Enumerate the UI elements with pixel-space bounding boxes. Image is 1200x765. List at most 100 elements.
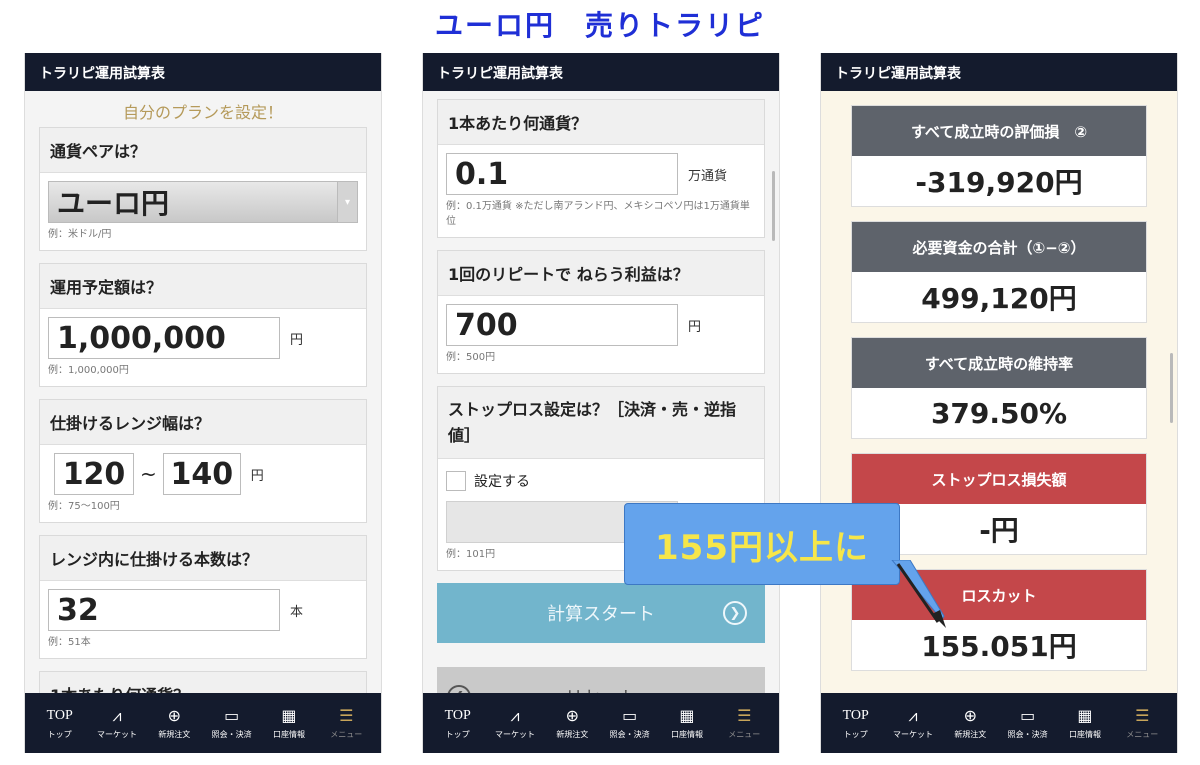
nav-account[interactable]: ▦ 口座情報 <box>1056 693 1113 753</box>
per-lot-hint: 例：0.1万通貨 ※ただし南アランド円、メキシコペソ円は1万通貨単位 <box>446 201 750 227</box>
range-high-input[interactable]: 140 <box>162 453 241 495</box>
nav-market[interactable]: ⩘ マーケット <box>884 693 941 753</box>
app-header: トラリピ運用試算表 <box>423 53 779 91</box>
card-icon: ▭ <box>224 706 240 725</box>
result-card: すべて成立時の評価損 ② -319,920円 <box>851 105 1147 207</box>
nav-account[interactable]: ▦ 口座情報 <box>658 693 715 753</box>
budget-hint: 例：1,000,000円 <box>48 365 129 376</box>
app-header: トラリピ運用試算表 <box>821 53 1177 91</box>
nav-inquiry[interactable]: ▭ 照会・決済 <box>203 693 260 753</box>
calculate-button-label: 計算スタート <box>547 604 655 626</box>
chevron-right-circle-icon: ❯ <box>723 601 747 626</box>
grid-icon: ▦ <box>1077 706 1093 725</box>
plus-circle-icon: ⊕ <box>565 706 580 725</box>
nav-market[interactable]: ⩘ マーケット <box>486 693 543 753</box>
nav-menu[interactable]: ☰ メニュー <box>318 693 375 753</box>
top-icon: TOP <box>444 708 471 723</box>
phone-screen-results: トラリピ運用試算表 すべて成立時の評価損 ② -319,920円必要資金の合計（①… <box>820 53 1178 753</box>
nav-account[interactable]: ▦ 口座情報 <box>260 693 317 753</box>
count-hint: 例：51本 <box>48 637 91 648</box>
callout-pointer <box>891 560 946 628</box>
budget-input[interactable]: 1,000,000 <box>48 317 280 359</box>
profit-input[interactable]: 700 <box>446 304 678 346</box>
result-value: -319,920円 <box>915 166 1083 199</box>
nav-new-order[interactable]: ⊕ 新規注文 <box>146 693 203 753</box>
budget-unit: 円 <box>290 332 304 348</box>
menu-icon: ☰ <box>339 706 354 725</box>
nav-inquiry[interactable]: ▭ 照会・決済 <box>999 693 1056 753</box>
profit-hint: 例：500円 <box>446 352 496 363</box>
count-label: レンジ内に仕掛ける本数は？ <box>40 536 366 581</box>
scrollbar[interactable] <box>1170 353 1173 423</box>
calculate-button[interactable]: 計算スタート ❯ <box>437 583 765 644</box>
result-card: 必要資金の合計（①−②） 499,120円 <box>851 221 1147 323</box>
plus-circle-icon: ⊕ <box>167 706 182 725</box>
count-card: レンジ内に仕掛ける本数は？ 32 本 例：51本 <box>39 535 367 659</box>
plan-banner: 自分のプランを設定！ <box>122 103 283 122</box>
range-separator: ~ <box>140 462 157 486</box>
scrollbar[interactable] <box>772 171 775 241</box>
callout-bubble: 155円以上に <box>624 503 900 585</box>
count-unit: 本 <box>290 604 304 620</box>
per-lot-card-peek: 1本あたり何通貨？ <box>39 671 367 693</box>
currency-pair-select[interactable]: ユーロ円 ▾ <box>48 181 358 223</box>
count-input[interactable]: 32 <box>48 589 280 631</box>
chevron-left-circle-icon: ❮ <box>447 685 471 693</box>
currency-pair-label: 通貨ペアは？ <box>40 128 366 173</box>
range-card: 仕掛けるレンジ幅は？ 120 ~ 140 円 例：75〜100円 <box>39 399 367 523</box>
card-icon: ▭ <box>1020 706 1036 725</box>
result-label: ストップロス損失額 <box>852 454 1146 504</box>
nav-market[interactable]: ⩘ マーケット <box>88 693 145 753</box>
stoploss-checkbox[interactable] <box>446 471 466 492</box>
card-icon: ▭ <box>622 706 638 725</box>
reset-button-label: リセット <box>565 684 637 693</box>
range-label: 仕掛けるレンジ幅は？ <box>40 400 366 445</box>
menu-icon: ☰ <box>1135 706 1150 725</box>
currency-pair-card: 通貨ペアは？ ユーロ円 ▾ 例：米ドル/円 <box>39 127 367 251</box>
range-hint: 例：75〜100円 <box>48 501 120 512</box>
result-label: すべて成立時の評価損 ② <box>852 106 1146 156</box>
stoploss-label: ストップロス設定は？［決済・売・逆指値］ <box>438 387 764 460</box>
nav-menu[interactable]: ☰ メニュー <box>1114 693 1171 753</box>
per-lot-label-peek: 1本あたり何通貨？ <box>40 672 366 693</box>
bottom-nav: TOP トップ ⩘ マーケット ⊕ 新規注文 ▭ 照会・決済 ▦ 口座情報 ☰ メニュー <box>423 693 779 753</box>
nav-inquiry[interactable]: ▭ 照会・決済 <box>601 693 658 753</box>
phone-screen-inputs: トラリピ運用試算表 1本あたり何通貨？ 0.1 万通貨 例：0.1万通貨 ※ただ… <box>422 53 780 753</box>
nav-top[interactable]: TOP トップ <box>31 693 88 753</box>
stoploss-checkbox-label: 設定する <box>474 474 530 491</box>
page-title: ユーロ円 売りトラリピ <box>434 9 765 42</box>
per-lot-input[interactable]: 0.1 <box>446 153 678 195</box>
currency-pair-value: ユーロ円 <box>57 187 170 220</box>
nav-top[interactable]: TOP トップ <box>827 693 884 753</box>
chevron-down-icon: ▾ <box>337 182 357 222</box>
currency-pair-hint: 例：米ドル/円 <box>48 229 112 240</box>
range-low-input[interactable]: 120 <box>54 453 134 495</box>
grid-icon: ▦ <box>679 706 695 725</box>
menu-icon: ☰ <box>737 706 752 725</box>
nav-top[interactable]: TOP トップ <box>429 693 486 753</box>
nav-new-order[interactable]: ⊕ 新規注文 <box>544 693 601 753</box>
result-card: すべて成立時の維持率 379.50% <box>851 337 1147 439</box>
nav-menu[interactable]: ☰ メニュー <box>716 693 773 753</box>
bottom-nav: TOP トップ ⩘ マーケット ⊕ 新規注文 ▭ 照会・決済 ▦ 口座情報 ☰ メニュー <box>821 693 1177 753</box>
phone-screen-settings: トラリピ運用試算表 自分のプランを設定！ 通貨ペアは？ ユーロ円 ▾ 例：米ドル… <box>24 53 382 753</box>
result-value: 379.50% <box>930 396 1068 430</box>
screen-content: 自分のプランを設定！ 通貨ペアは？ ユーロ円 ▾ 例：米ドル/円 運用予定額は？… <box>25 91 381 693</box>
bottom-nav: TOP トップ ⩘ マーケット ⊕ 新規注文 ▭ 照会・決済 ▦ 口座情報 ☰ メニュー <box>25 693 381 753</box>
plus-circle-icon: ⊕ <box>963 706 978 725</box>
chart-icon: ⩘ <box>908 706 918 725</box>
profit-card: 1回のリピートで ねらう利益は？ 700 円 例：500円 <box>437 250 765 374</box>
per-lot-card: 1本あたり何通貨？ 0.1 万通貨 例：0.1万通貨 ※ただし南アランド円、メキ… <box>437 99 765 238</box>
chart-icon: ⩘ <box>112 706 122 725</box>
result-label: 必要資金の合計（①−②） <box>852 222 1146 272</box>
top-icon: TOP <box>46 708 73 723</box>
chart-icon: ⩘ <box>510 706 520 725</box>
per-lot-unit: 万通貨 <box>688 168 728 184</box>
per-lot-label: 1本あたり何通貨？ <box>438 100 764 145</box>
grid-icon: ▦ <box>281 706 297 725</box>
nav-new-order[interactable]: ⊕ 新規注文 <box>942 693 999 753</box>
top-icon: TOP <box>842 708 869 723</box>
reset-button[interactable]: ❮ リセット <box>437 667 765 693</box>
range-unit: 円 <box>250 468 264 484</box>
app-header: トラリピ運用試算表 <box>25 53 381 91</box>
